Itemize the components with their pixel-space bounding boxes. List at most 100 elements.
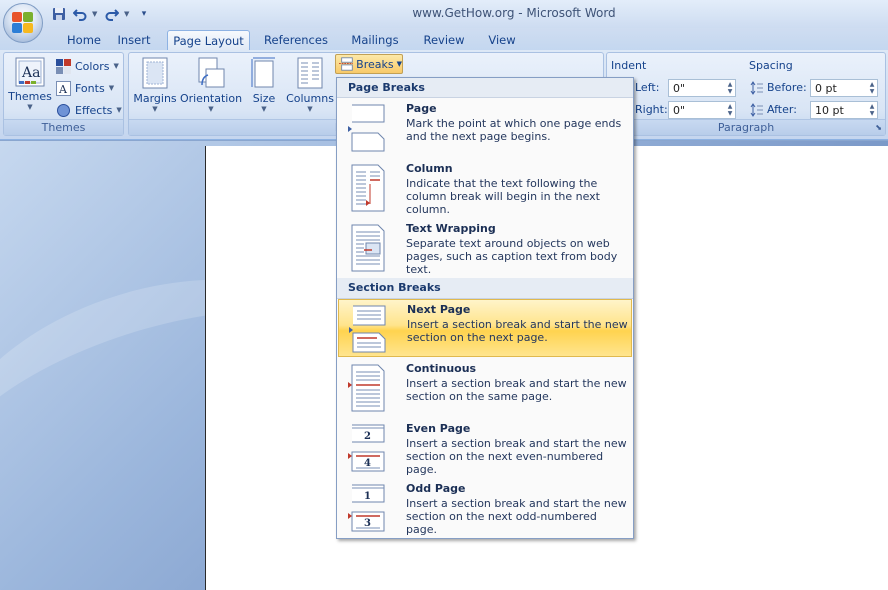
tab-insert[interactable]: Insert (112, 30, 156, 50)
colors-icon (56, 58, 71, 74)
orientation-dropdown-icon: ▼ (208, 105, 214, 113)
breaks-dropdown-icon: ▼ (396, 60, 402, 68)
margins-label: Margins (133, 92, 177, 105)
indent-left-spinner-icon[interactable]: ▲ ▼ (726, 81, 734, 95)
effects-label: Effects (75, 103, 113, 117)
menu-item-odd-page[interactable]: 1 3 Odd Page Insert a section break and … (338, 479, 632, 537)
tab-mailings[interactable]: Mailings (345, 30, 405, 50)
columns-icon (297, 57, 323, 89)
odd-page-title: Odd Page (406, 482, 466, 495)
menu-item-page-break[interactable]: Page Mark the point at which one page en… (338, 99, 632, 157)
orientation-button[interactable]: Orientation ▼ (179, 57, 243, 113)
paragraph-group: Indent Left: 0" ▲ ▼ Right: 0" ▲ ▼ Spacing … (606, 52, 886, 136)
effects-dropdown-icon: ▼ (116, 106, 122, 114)
spacing-before-spinner-icon[interactable]: ▲ ▼ (868, 81, 876, 95)
next-page-desc: Insert a section break and start the new… (407, 318, 628, 344)
tab-view[interactable]: View (482, 30, 522, 50)
margins-button[interactable]: Margins ▼ (132, 57, 178, 113)
size-button[interactable]: Size ▼ (247, 57, 281, 113)
spacing-label: Spacing (749, 59, 793, 72)
menu-item-continuous[interactable]: Continuous Insert a section break and st… (338, 359, 632, 417)
themes-group-label: Themes (4, 119, 123, 135)
spacing-before-field[interactable]: 0 pt ▲ ▼ (810, 79, 878, 97)
margins-dropdown-icon: ▼ (152, 105, 158, 113)
paragraph-dialog-launcher-icon[interactable]: ⬊ (875, 120, 882, 136)
size-label: Size (252, 92, 276, 105)
menu-item-text-wrapping[interactable]: Text Wrapping Separate text around objec… (338, 219, 632, 277)
indent-label: Indent (611, 59, 647, 72)
margins-icon (142, 57, 168, 89)
continuous-title: Continuous (406, 362, 477, 375)
indent-left-field[interactable]: 0" ▲ ▼ (668, 79, 736, 97)
spacing-before-value: 0 pt (815, 82, 837, 95)
orientation-label: Orientation (179, 92, 243, 105)
colors-label: Colors (75, 59, 110, 73)
paragraph-group-label: Paragraph ⬊ (607, 119, 885, 135)
next-page-title: Next Page (407, 303, 471, 316)
office-logo-icon (12, 12, 34, 34)
fonts-label: Fonts (75, 81, 105, 95)
spacing-before-icon (750, 81, 763, 95)
columns-label: Columns (286, 92, 334, 105)
page-break-title: Page (406, 102, 437, 115)
indent-right-field[interactable]: 0" ▲ ▼ (668, 101, 736, 119)
even-page-icon: 2 4 (348, 424, 385, 472)
indent-right-label: Right: (635, 103, 668, 116)
column-break-title: Column (406, 162, 453, 175)
continuous-icon (348, 364, 385, 412)
paragraph-group-label-text: Paragraph (717, 121, 775, 134)
spacing-after-spinner-icon[interactable]: ▲ ▼ (868, 103, 876, 117)
themes-button[interactable]: Aa Themes ▼ (7, 57, 53, 111)
svg-text:Aa: Aa (21, 65, 40, 81)
text-wrapping-icon (351, 224, 385, 272)
page-break-icon (348, 104, 385, 152)
fonts-button[interactable]: A Fonts ▼ (56, 78, 114, 98)
colors-button[interactable]: Colors ▼ (56, 56, 119, 76)
title-bar: ▼ ▼ ▾ www.GetHow.org - Microsoft Word (0, 0, 888, 28)
columns-button[interactable]: Columns ▼ (285, 57, 335, 113)
office-button[interactable] (3, 3, 43, 43)
effects-button[interactable]: Effects ▼ (56, 100, 122, 120)
svg-text:A: A (58, 83, 68, 96)
breaks-menu: Page Breaks Page Mark the point at which… (336, 77, 634, 539)
spacing-after-label: After: (767, 103, 797, 116)
tab-home[interactable]: Home (56, 30, 112, 50)
even-page-number-top: 2 (364, 431, 371, 442)
even-page-number-bottom: 4 (364, 458, 371, 469)
page-breaks-header: Page Breaks (337, 78, 633, 98)
themes-icon: Aa (15, 57, 45, 87)
menu-item-next-page[interactable]: Next Page Insert a section break and sta… (338, 299, 632, 357)
spacing-after-field[interactable]: 10 pt ▲ ▼ (810, 101, 878, 119)
menu-item-even-page[interactable]: 2 4 Even Page Insert a section break and… (338, 419, 632, 477)
odd-page-icon: 1 3 (348, 484, 385, 532)
tab-references[interactable]: References (259, 30, 333, 50)
colors-dropdown-icon: ▼ (113, 62, 119, 70)
even-page-title: Even Page (406, 422, 471, 435)
spacing-before-label: Before: (767, 81, 807, 94)
breaks-label: Breaks (356, 57, 394, 71)
column-break-desc: Indicate that the text following the col… (406, 177, 600, 216)
tab-review[interactable]: Review (418, 30, 470, 50)
column-break-icon (351, 164, 385, 212)
columns-dropdown-icon: ▼ (307, 105, 313, 113)
tab-page-layout[interactable]: Page Layout (167, 30, 250, 50)
size-dropdown-icon: ▼ (261, 105, 267, 113)
effects-icon (57, 103, 70, 117)
orientation-icon (196, 57, 226, 89)
breaks-button[interactable]: Breaks ▼ (335, 54, 403, 74)
indent-right-spinner-icon[interactable]: ▲ ▼ (726, 103, 734, 117)
breaks-icon (339, 57, 354, 71)
page-break-desc: Mark the point at which one page ends an… (406, 117, 622, 143)
indent-left-label: Left: (635, 81, 660, 94)
fonts-icon: A (56, 80, 71, 96)
indent-right-value: 0" (673, 104, 686, 117)
themes-dropdown-icon: ▼ (27, 103, 33, 111)
odd-page-desc: Insert a section break and start the new… (406, 497, 627, 536)
odd-page-number-top: 1 (364, 491, 371, 502)
indent-left-value: 0" (673, 82, 686, 95)
next-page-icon (349, 305, 386, 353)
menu-item-column-break[interactable]: Column Indicate that the text following … (338, 159, 632, 217)
ribbon-tabs: Home Insert Page Layout References Maili… (0, 28, 888, 50)
continuous-desc: Insert a section break and start the new… (406, 377, 627, 403)
spacing-after-icon (750, 103, 763, 117)
